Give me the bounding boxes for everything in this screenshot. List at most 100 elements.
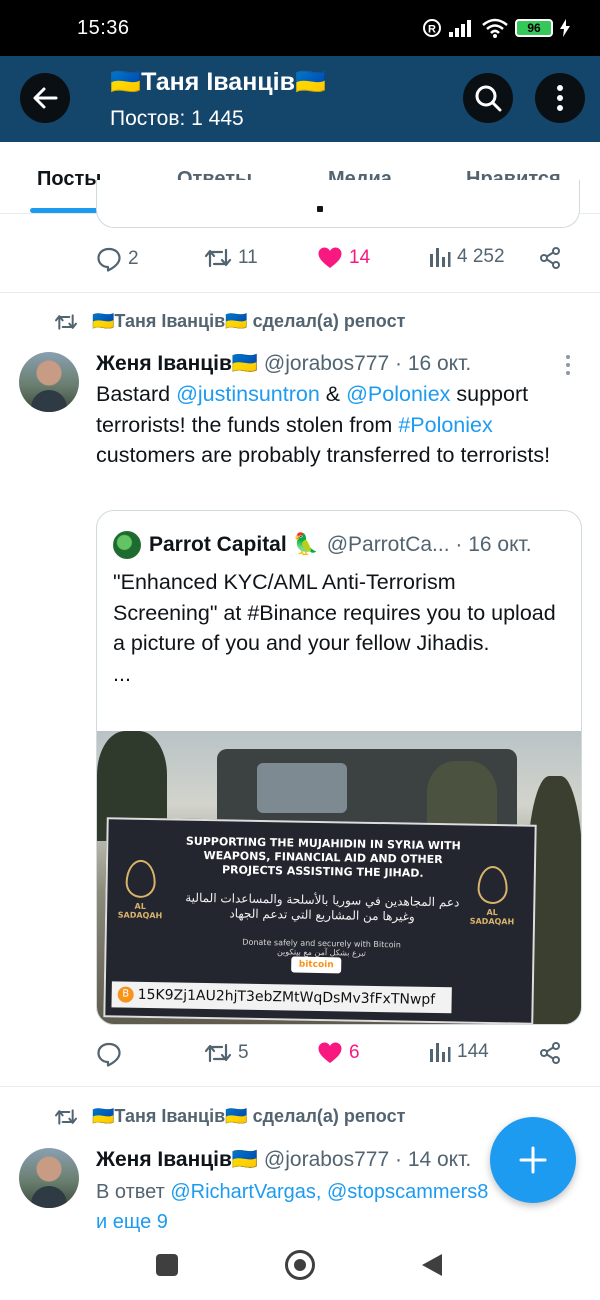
avatar[interactable] — [19, 352, 79, 412]
status-bar: 15:36 R 96 — [0, 0, 600, 56]
plus-icon — [519, 1146, 547, 1174]
post-divider — [0, 1086, 600, 1087]
back-button[interactable] — [20, 73, 70, 123]
screen: 15:36 R 96 🇺🇦Таня Іванців🇺🇦 Постов: 1 44… — [0, 0, 600, 1300]
repost-icon — [55, 1108, 77, 1125]
banner-donate: Donate safely and securely with Bitcoin ت… — [216, 937, 426, 959]
previous-quote-card[interactable] — [96, 180, 580, 228]
tweet-text: Bastard @justinsuntron & @Poloniex suppo… — [96, 379, 576, 471]
heart-filled-icon — [318, 247, 342, 268]
share-icon — [540, 1042, 560, 1064]
views-button[interactable]: 144 — [429, 1041, 489, 1063]
quoted-tweet-card[interactable]: Parrot Capital 🦜 @ParrotCa... · 16 окт. … — [96, 510, 582, 1025]
text-part: Bastard — [96, 382, 177, 406]
quote-ellipsis: ... — [113, 661, 131, 686]
repost-button[interactable]: 11 — [204, 246, 258, 270]
reply-count: 2 — [128, 248, 139, 269]
repost-icon — [55, 313, 77, 330]
repost-icon — [204, 248, 232, 268]
recents-button[interactable] — [156, 1254, 178, 1276]
like-button[interactable]: 6 — [317, 1041, 360, 1065]
reply-to-links[interactable]: @RichartVargas, @stopscammers8 — [170, 1181, 488, 1203]
r-circle-icon: R — [423, 19, 441, 37]
quote-author-name: Parrot Capital 🦜 — [149, 533, 319, 556]
like-count: 14 — [349, 247, 371, 268]
quote-header: Parrot Capital 🦜 @ParrotCa... · 16 окт. — [113, 531, 532, 559]
status-time: 15:36 — [77, 16, 130, 39]
repost-count: 5 — [238, 1042, 249, 1063]
mention-link[interactable]: @justinsuntron — [176, 382, 320, 406]
text-part: customers are probably transferred to te… — [96, 443, 551, 467]
mention-link[interactable]: @Poloniex — [346, 382, 450, 406]
reply-more-link[interactable]: и еще 9 — [96, 1211, 168, 1233]
banner-logo-left: AL SADAQAH — [115, 859, 166, 920]
author-name[interactable]: Женя Іванців🇺🇦 — [96, 1148, 258, 1171]
quote-avatar — [113, 531, 141, 559]
more-button[interactable] — [535, 73, 585, 123]
status-icons: R 96 — [422, 18, 570, 38]
banner-arabic: دعم المجاهدين في سوريا بالأسلحة والمساعد… — [185, 890, 460, 924]
handle-date[interactable]: @jorabos777 · 16 окт. — [264, 352, 471, 375]
battery-icon: 96 — [515, 19, 553, 37]
reply-icon — [97, 1042, 121, 1067]
share-icon — [540, 247, 560, 269]
post-header: Женя Іванців🇺🇦 @jorabos777 · 16 окт. — [96, 352, 471, 376]
home-button[interactable] — [285, 1250, 315, 1280]
views-count: 4 252 — [457, 246, 505, 267]
text-part: & — [319, 382, 347, 406]
repost-indicator[interactable]: 🇺🇦Таня Іванців🇺🇦 сделал(а) репост — [54, 1106, 405, 1127]
compose-button[interactable] — [490, 1117, 576, 1203]
post-divider — [0, 292, 600, 293]
views-chart-icon — [430, 1043, 451, 1062]
profile-title: 🇺🇦Таня Іванців🇺🇦 — [110, 68, 327, 96]
battery-level: 96 — [527, 21, 541, 35]
signal-icon — [449, 20, 471, 37]
views-chart-icon — [430, 248, 451, 267]
like-count: 6 — [349, 1042, 360, 1063]
quote-image[interactable]: AL SADAQAH AL SADAQAH SUPPORTING THE MUJ… — [97, 731, 581, 1024]
reply-prefix: В ответ — [96, 1181, 171, 1203]
handle-date[interactable]: @jorabos777 · 14 окт. — [264, 1148, 471, 1171]
repost-indicator[interactable]: 🇺🇦Таня Іванців🇺🇦 сделал(а) репост — [54, 311, 405, 332]
profile-header: 🇺🇦Таня Іванців🇺🇦 Постов: 1 445 — [0, 56, 600, 142]
image-banner: AL SADAQAH AL SADAQAH SUPPORTING THE MUJ… — [103, 817, 537, 1024]
quote-text: "Enhanced KYC/AML Anti-Terrorism Screeni… — [113, 567, 563, 689]
quote-handle-date: @ParrotCa... · 16 окт. — [326, 533, 532, 556]
repost-label: 🇺🇦Таня Іванців🇺🇦 сделал(а) репост — [92, 311, 406, 331]
hashtag-link[interactable]: #Poloniex — [398, 413, 492, 437]
back-triangle-icon[interactable] — [420, 1252, 444, 1278]
more-vertical-icon — [557, 85, 563, 111]
search-icon — [475, 85, 502, 112]
reply-button[interactable] — [96, 1041, 128, 1067]
system-nav-bar — [0, 1236, 600, 1300]
previous-quote-fragment — [317, 206, 323, 212]
repost-icon — [204, 1043, 232, 1063]
post2-actions: 5 6 144 — [96, 1041, 580, 1071]
share-button[interactable] — [538, 246, 562, 270]
charging-icon — [560, 19, 570, 37]
reply-button[interactable]: 2 — [96, 246, 139, 272]
svg-text:R: R — [428, 24, 436, 36]
repost-button[interactable]: 5 — [204, 1041, 249, 1065]
bitcoin-address: 15K9Zj1AU2hjT3ebZMtWqDsMv3fFxTNwpf — [111, 981, 452, 1014]
post-count: Постов: 1 445 — [110, 107, 244, 130]
banner-headline: SUPPORTING THE MUJAHIDIN IN SYRIA WITH W… — [185, 834, 461, 880]
views-button[interactable]: 4 252 — [429, 246, 505, 268]
avatar[interactable] — [19, 1148, 79, 1208]
tab-posts[interactable]: Посты — [37, 168, 101, 191]
author-name[interactable]: Женя Іванців🇺🇦 — [96, 352, 258, 375]
post-header: Женя Іванців🇺🇦 @jorabos777 · 14 окт. — [96, 1148, 471, 1172]
like-button[interactable]: 14 — [317, 246, 370, 270]
share-button[interactable] — [538, 1041, 562, 1065]
reply-icon — [97, 247, 121, 272]
banner-logo-text: AL SADAQAH — [117, 901, 163, 921]
bitcoin-badge: bitcoin — [291, 956, 342, 974]
wifi-icon — [482, 18, 508, 38]
views-count: 144 — [457, 1041, 489, 1062]
post1-actions: 2 11 14 4 252 — [96, 246, 580, 276]
search-button[interactable] — [463, 73, 513, 123]
arrow-left-icon — [33, 87, 58, 109]
quote-body: "Enhanced KYC/AML Anti-Terrorism Screeni… — [113, 570, 556, 655]
heart-filled-icon — [318, 1042, 342, 1063]
post-more-button[interactable] — [566, 355, 572, 375]
